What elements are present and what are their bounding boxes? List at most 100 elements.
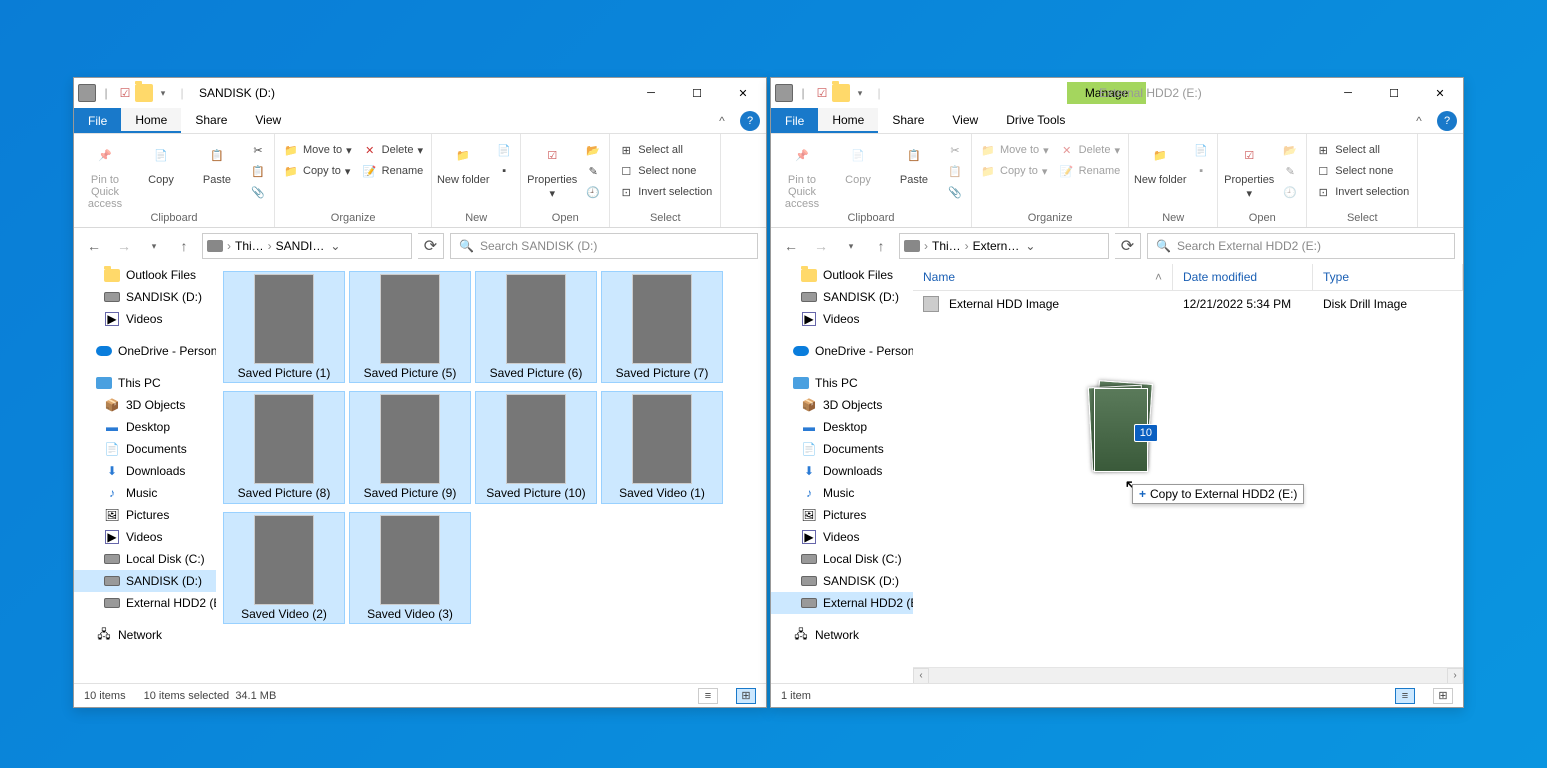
properties-button[interactable]: ☑Properties ▾: [525, 136, 579, 200]
nav-outlook[interactable]: Outlook Files: [74, 264, 216, 286]
nav-network[interactable]: 🖧Network: [74, 624, 216, 646]
qat-dropdown-icon[interactable]: ▾: [154, 84, 172, 102]
nav-desktop[interactable]: ▬Desktop: [771, 416, 913, 438]
large-icons-view-button[interactable]: ⊞: [736, 688, 756, 704]
minimize-button[interactable]: ─: [1325, 78, 1371, 108]
qat-dropdown-icon[interactable]: ▾: [851, 84, 869, 102]
rename-button[interactable]: 📝Rename: [1055, 161, 1125, 181]
recent-dropdown-icon[interactable]: ▾: [142, 234, 166, 258]
easy-access-button[interactable]: ▪: [492, 161, 516, 181]
view-tab[interactable]: View: [241, 108, 295, 133]
cut-button[interactable]: ✂: [943, 140, 967, 160]
nav-outlook[interactable]: Outlook Files: [771, 264, 913, 286]
pin-to-quick-access-button[interactable]: 📌Pin to Quick access: [775, 136, 829, 210]
edit-button[interactable]: ✎: [581, 161, 605, 181]
paste-button[interactable]: 📋Paste: [887, 136, 941, 186]
crumb-thispc[interactable]: Thi…: [932, 239, 961, 253]
minimize-button[interactable]: ─: [628, 78, 674, 108]
view-tab[interactable]: View: [938, 108, 992, 133]
help-icon[interactable]: ?: [740, 111, 760, 131]
refresh-button[interactable]: ⟳: [418, 233, 444, 259]
col-name[interactable]: Name˄: [913, 264, 1173, 290]
scroll-left-button[interactable]: ‹: [913, 668, 929, 684]
ribbon-collapse-icon[interactable]: ^: [710, 108, 734, 133]
nav-videos2[interactable]: ▶Videos: [74, 526, 216, 548]
nav-desktop[interactable]: ▬Desktop: [74, 416, 216, 438]
nav-localdisk[interactable]: Local Disk (C:): [74, 548, 216, 570]
share-tab[interactable]: Share: [878, 108, 938, 133]
nav-documents[interactable]: 📄Documents: [74, 438, 216, 460]
open-button[interactable]: 📂: [1278, 140, 1302, 160]
details-view-button[interactable]: ≡: [698, 688, 718, 704]
nav-pictures[interactable]: 🖼Pictures: [74, 504, 216, 526]
search-input[interactable]: 🔍 Search External HDD2 (E:): [1147, 233, 1455, 259]
nav-pictures[interactable]: 🖼Pictures: [771, 504, 913, 526]
up-button[interactable]: ↑: [172, 234, 196, 258]
nav-sandisk[interactable]: SANDISK (D:): [771, 286, 913, 308]
crumb-dd-icon[interactable]: ⌄: [1021, 239, 1039, 253]
select-none-button[interactable]: ☐Select none: [614, 161, 716, 181]
copy-to-button[interactable]: 📁Copy to ▾: [976, 161, 1053, 181]
recent-dropdown-icon[interactable]: ▾: [839, 234, 863, 258]
nav-onedrive[interactable]: OneDrive - Person: [74, 340, 216, 362]
file-thumbnail[interactable]: Saved Picture (10): [476, 392, 596, 502]
copy-button[interactable]: 📄Copy: [831, 136, 885, 186]
nav-thispc[interactable]: This PC: [74, 372, 216, 394]
history-button[interactable]: 🕘: [1278, 182, 1302, 202]
select-none-button[interactable]: ☐Select none: [1311, 161, 1413, 181]
cut-button[interactable]: ✂: [246, 140, 270, 160]
nav-pane[interactable]: Outlook Files SANDISK (D:) ▶Videos OneDr…: [74, 264, 216, 683]
file-thumbnail[interactable]: Saved Picture (9): [350, 392, 470, 502]
horizontal-scrollbar[interactable]: ‹ ›: [913, 667, 1463, 683]
large-icons-view-button[interactable]: ⊞: [1433, 688, 1453, 704]
copy-button[interactable]: 📄Copy: [134, 136, 188, 186]
file-thumbnail[interactable]: Saved Picture (7): [602, 272, 722, 382]
nav-documents[interactable]: 📄Documents: [771, 438, 913, 460]
rename-button[interactable]: 📝Rename: [358, 161, 428, 181]
forward-button[interactable]: →: [112, 234, 136, 258]
nav-sandisk2[interactable]: SANDISK (D:): [74, 570, 216, 592]
qat-properties-icon[interactable]: ☑: [813, 84, 831, 102]
new-item-button[interactable]: 📄: [492, 140, 516, 160]
delete-button[interactable]: ✕Delete ▾: [1055, 140, 1125, 160]
file-thumbnail[interactable]: Saved Picture (1): [224, 272, 344, 382]
nav-localdisk[interactable]: Local Disk (C:): [771, 548, 913, 570]
col-type[interactable]: Type: [1313, 264, 1463, 290]
share-tab[interactable]: Share: [181, 108, 241, 133]
edit-button[interactable]: ✎: [1278, 161, 1302, 181]
content-area[interactable]: Name˄ Date modified Type External HDD Im…: [913, 264, 1463, 683]
nav-sandisk[interactable]: SANDISK (D:): [74, 286, 216, 308]
breadcrumb[interactable]: › Thi… › Extern… ⌄: [899, 233, 1109, 259]
new-folder-button[interactable]: 📁New folder: [436, 136, 490, 186]
home-tab[interactable]: Home: [121, 108, 181, 133]
pin-to-quick-access-button[interactable]: 📌Pin to Quick access: [78, 136, 132, 210]
nav-videos[interactable]: ▶Videos: [771, 308, 913, 330]
nav-thispc[interactable]: This PC: [771, 372, 913, 394]
nav-onedrive[interactable]: OneDrive - Person: [771, 340, 913, 362]
history-button[interactable]: 🕘: [581, 182, 605, 202]
copy-path-button[interactable]: 📋: [943, 161, 967, 181]
nav-downloads[interactable]: ⬇Downloads: [771, 460, 913, 482]
help-icon[interactable]: ?: [1437, 111, 1457, 131]
nav-sandisk2[interactable]: SANDISK (D:): [771, 570, 913, 592]
file-row[interactable]: External HDD Image 12/21/2022 5:34 PM Di…: [913, 291, 1463, 317]
up-button[interactable]: ↑: [869, 234, 893, 258]
close-button[interactable]: ✕: [1417, 78, 1463, 108]
crumb-drive[interactable]: SANDI…: [276, 239, 325, 253]
crumb-dd-icon[interactable]: ⌄: [326, 239, 344, 253]
maximize-button[interactable]: ☐: [674, 78, 720, 108]
breadcrumb[interactable]: › Thi… › SANDI… ⌄: [202, 233, 412, 259]
select-all-button[interactable]: ⊞Select all: [614, 140, 716, 160]
search-input[interactable]: 🔍 Search SANDISK (D:): [450, 233, 758, 259]
nav-external[interactable]: External HDD2 (E: [74, 592, 216, 614]
new-item-button[interactable]: 📄: [1189, 140, 1213, 160]
drive-tools-tab[interactable]: Drive Tools: [992, 108, 1079, 133]
content-area[interactable]: Saved Picture (1)Saved Picture (5)Saved …: [216, 264, 766, 683]
back-button[interactable]: ←: [779, 234, 803, 258]
file-thumbnail[interactable]: Saved Picture (5): [350, 272, 470, 382]
close-button[interactable]: ✕: [720, 78, 766, 108]
nav-videos2[interactable]: ▶Videos: [771, 526, 913, 548]
scroll-right-button[interactable]: ›: [1447, 668, 1463, 684]
invert-selection-button[interactable]: ⊡Invert selection: [1311, 182, 1413, 202]
paste-shortcut-button[interactable]: 📎: [943, 182, 967, 202]
